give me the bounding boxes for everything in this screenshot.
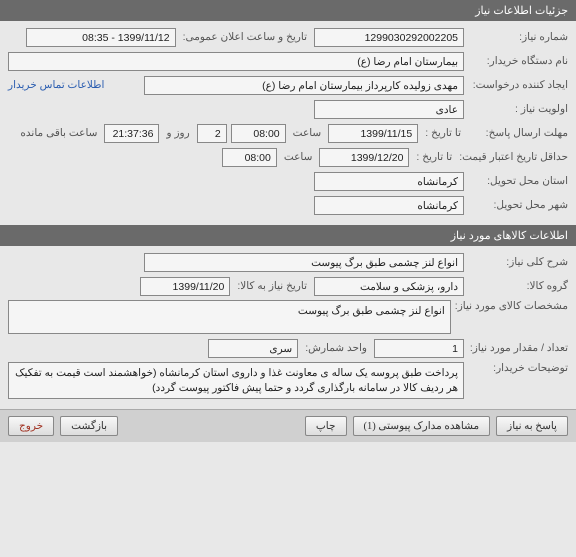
contact-info-link[interactable]: اطلاعات تماس خریدار xyxy=(8,79,104,91)
attachments-button[interactable]: مشاهده مدارک پیوستی (1) xyxy=(353,416,491,436)
label-request-creator: ایجاد کننده درخواست: xyxy=(468,79,568,91)
label-buyer-notes: توضیحات خریدار: xyxy=(468,362,568,374)
exit-button[interactable]: خروج xyxy=(8,416,54,436)
label-need-number: شماره نیاز: xyxy=(468,31,568,43)
field-announce-datetime: 1399/11/12 - 08:35 xyxy=(26,28,176,47)
label-time-1: ساعت xyxy=(290,127,325,139)
field-validity-date: 1399/12/20 xyxy=(319,148,409,167)
label-min-validity: حداقل تاریخ اعتبار قیمت: xyxy=(459,151,568,163)
field-validity-time: 08:00 xyxy=(222,148,277,167)
need-info-form: شماره نیاز: 1299030292002205 تاریخ و ساع… xyxy=(0,21,576,225)
label-priority: اولویت نیاز : xyxy=(468,103,568,115)
label-day-and: روز و xyxy=(163,127,192,139)
field-remaining-days: 2 xyxy=(197,124,227,143)
field-deadline-date: 1399/11/15 xyxy=(328,124,418,143)
label-until-date-1: تا تاریخ : xyxy=(422,127,464,139)
label-time-2: ساعت xyxy=(281,151,316,163)
label-delivery-province: استان محل تحویل: xyxy=(468,175,568,187)
field-province: کرمانشاه xyxy=(314,172,464,191)
label-announce-datetime: تاریخ و ساعت اعلان عمومی: xyxy=(180,31,310,43)
field-buyer-notes: پرداخت طبق پروسه یک ساله ی معاونت غذا و … xyxy=(8,362,464,399)
label-goods-group: گروه کالا: xyxy=(468,280,568,292)
field-buyer-org: بیمارستان امام رضا (ع) xyxy=(8,52,464,71)
need-info-header: جزئیات اطلاعات نیاز xyxy=(0,0,576,21)
label-qty: تعداد / مقدار مورد نیاز: xyxy=(468,342,568,354)
label-goods-spec: مشخصات کالای مورد نیاز: xyxy=(455,300,568,312)
field-goods-spec: انواع لنز چشمی طبق برگ پیوست xyxy=(8,300,451,334)
label-delivery-city: شهر محل تحویل: xyxy=(468,199,568,211)
label-unit: واحد شمارش: xyxy=(302,342,370,354)
respond-button[interactable]: پاسخ به نیاز xyxy=(496,416,568,436)
field-deadline-time: 08:00 xyxy=(231,124,286,143)
label-response-deadline: مهلت ارسال پاسخ: xyxy=(468,127,568,139)
field-general-desc: انواع لنز چشمی طبق برگ پیوست xyxy=(144,253,464,272)
field-need-goods-date: 1399/11/20 xyxy=(140,277,230,296)
field-remaining-time: 21:37:36 xyxy=(104,124,159,143)
print-button[interactable]: چاپ xyxy=(305,416,347,436)
label-need-goods-date: تاریخ نیاز به کالا: xyxy=(234,280,310,292)
footer-toolbar: پاسخ به نیاز مشاهده مدارک پیوستی (1) چاپ… xyxy=(0,409,576,442)
label-until-date-2: تا تاریخ : xyxy=(413,151,455,163)
field-unit: سری xyxy=(208,339,298,358)
field-city: کرمانشاه xyxy=(314,196,464,215)
field-priority: عادی xyxy=(314,100,464,119)
goods-info-header: اطلاعات کالاهای مورد نیاز xyxy=(0,225,576,246)
field-need-number: 1299030292002205 xyxy=(314,28,464,47)
field-qty: 1 xyxy=(374,339,464,358)
back-button[interactable]: بازگشت xyxy=(60,416,118,436)
field-goods-group: دارو، پزشکی و سلامت xyxy=(314,277,464,296)
label-buyer-org: نام دستگاه خریدار: xyxy=(468,55,568,67)
label-general-desc: شرح کلی نیاز: xyxy=(468,256,568,268)
goods-info-form: شرح کلی نیاز: انواع لنز چشمی طبق برگ پیو… xyxy=(0,246,576,409)
field-request-creator: مهدی زولیده کارپرداز بیمارستان امام رضا … xyxy=(144,76,464,95)
label-remaining: ساعت باقی مانده xyxy=(17,127,100,139)
